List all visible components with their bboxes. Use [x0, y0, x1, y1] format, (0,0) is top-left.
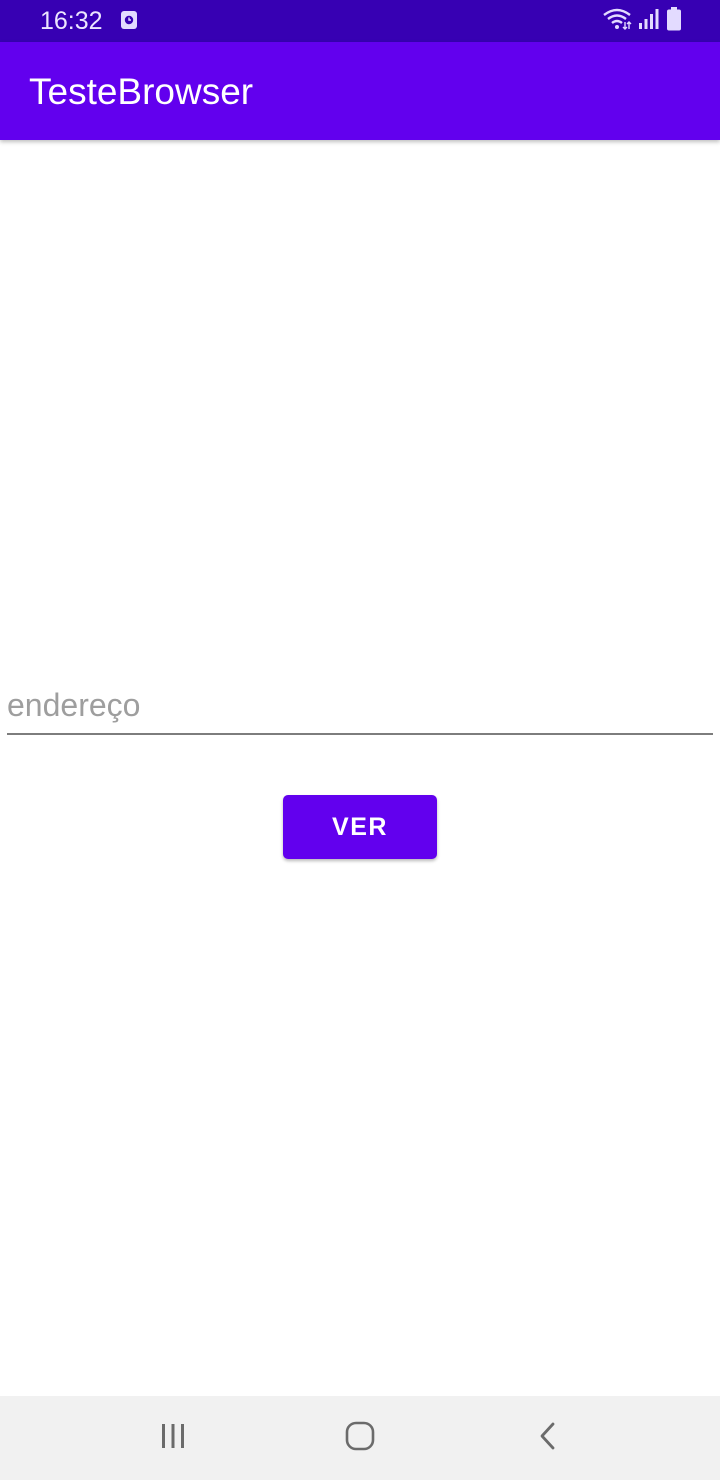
wifi-icon: [602, 7, 632, 36]
status-icons: [602, 6, 682, 37]
notification-calendar-icon: [120, 10, 138, 30]
status-bar: 16:32: [0, 0, 720, 42]
ver-button[interactable]: VER: [283, 795, 437, 859]
back-icon: [537, 1421, 559, 1456]
navigation-bar: [0, 1396, 720, 1480]
signal-icon: [638, 7, 660, 36]
status-time: 16:32: [40, 7, 103, 35]
battery-icon: [666, 6, 682, 37]
app-title: TesteBrowser: [29, 71, 254, 112]
address-input-container: [7, 683, 713, 737]
home-button[interactable]: [340, 1418, 380, 1458]
recent-apps-button[interactable]: [153, 1418, 193, 1458]
home-icon: [345, 1421, 375, 1456]
ver-button-label: VER: [332, 812, 388, 841]
address-input[interactable]: [7, 683, 713, 735]
app-screen: 16:32 TesteBrowser endereço VER: [0, 0, 720, 1480]
back-button[interactable]: [528, 1418, 568, 1458]
app-bar: TesteBrowser: [0, 42, 720, 140]
recent-apps-icon: [159, 1422, 187, 1455]
